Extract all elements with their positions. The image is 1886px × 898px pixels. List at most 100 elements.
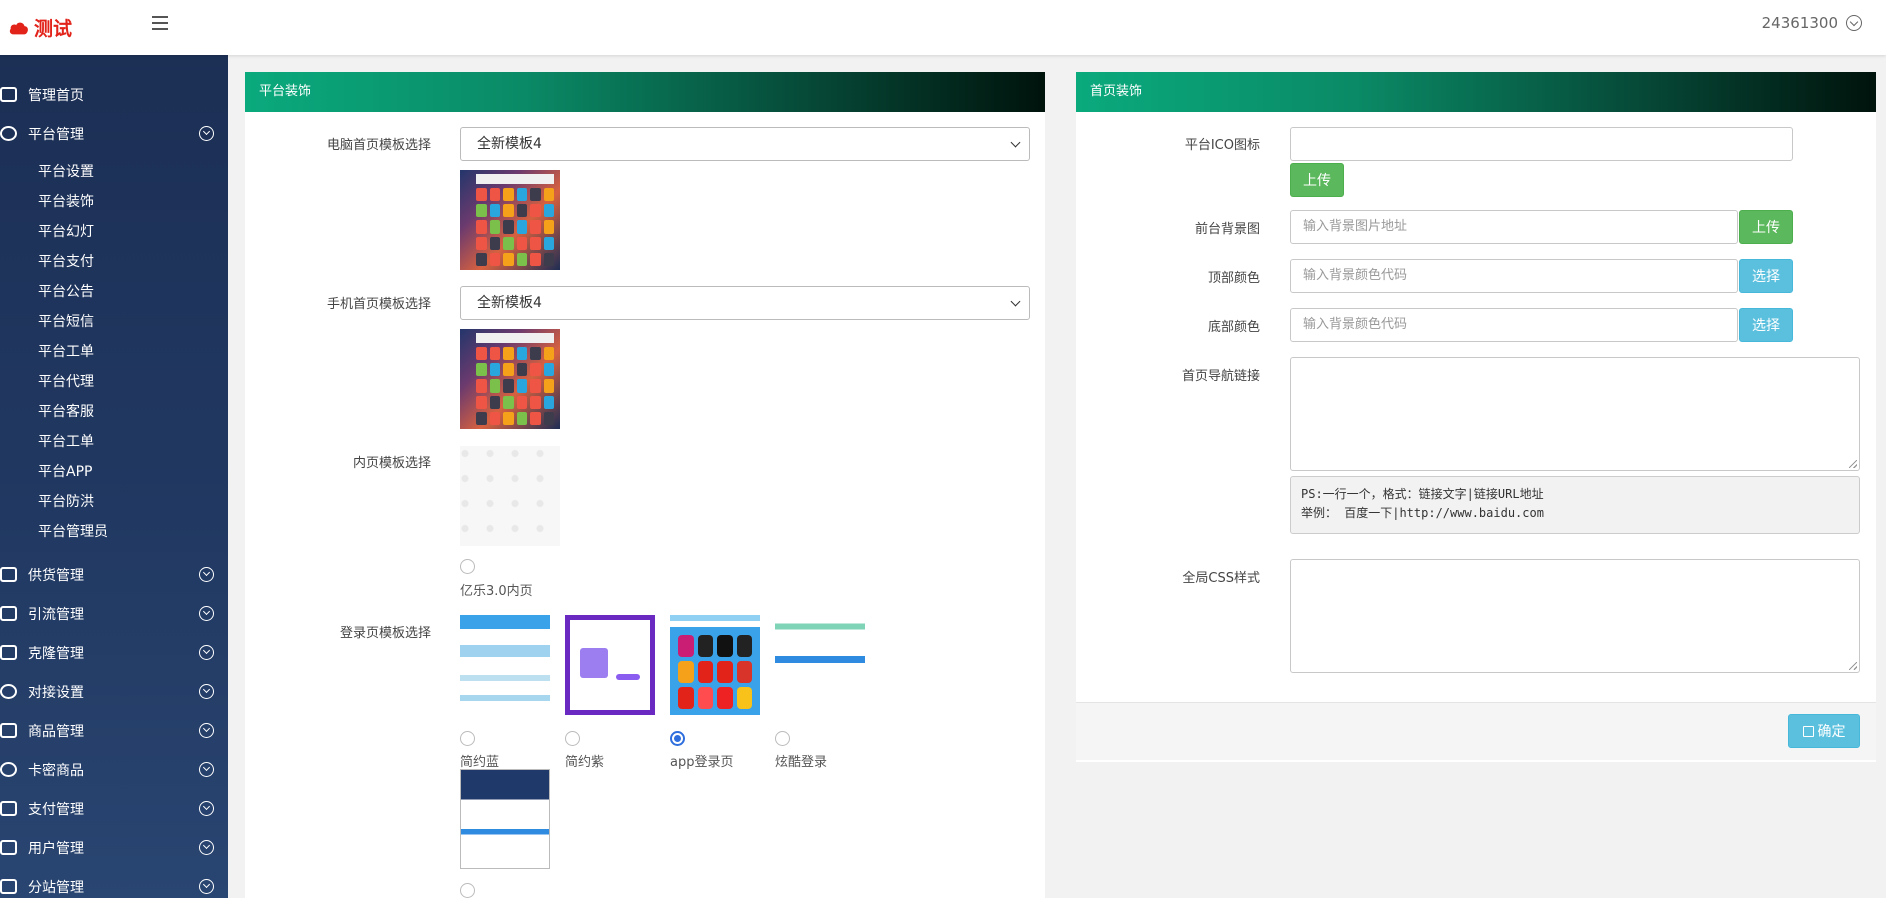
inner-template-option-label: 亿乐3.0内页: [460, 584, 533, 599]
sidebar-item-traffic[interactable]: 引流管理: [0, 594, 228, 633]
pc-template-preview: [460, 170, 560, 270]
user-menu[interactable]: 24361300: [1762, 14, 1862, 32]
globe-icon: [0, 126, 17, 141]
chevron-down-icon: [199, 723, 214, 738]
top-color-label: 顶部颜色: [1207, 271, 1260, 286]
home-decoration-panel: 首页装饰 平台ICO图标 上传 前台背景图 输入背景图片地址 上传 顶部颜色 输…: [1076, 72, 1876, 762]
login-template-extra-preview: [460, 769, 550, 869]
sidebar-item-platform[interactable]: 平台管理: [0, 114, 228, 153]
inner-template-label: 内页模板选择: [352, 456, 431, 471]
bottom-color-input[interactable]: 输入背景颜色代码: [1290, 308, 1738, 342]
sidebar-item-home[interactable]: 管理首页: [0, 75, 228, 114]
bottom-color-label: 底部颜色: [1207, 320, 1260, 335]
nav-links-help-line1: PS:一行一个，格式：链接文字|链接URL地址: [1301, 487, 1544, 501]
sidebar-item-label: 对接设置: [28, 684, 84, 701]
sidebar-item-label: 分站管理: [28, 879, 84, 896]
login-option-app-label: app登录页: [670, 755, 734, 770]
sidebar-subitem-settings[interactable]: 平台设置: [0, 157, 228, 187]
mobile-template-select[interactable]: 全新模板4: [460, 286, 1030, 320]
nav-links-textarea[interactable]: [1290, 357, 1860, 471]
key-icon: [0, 762, 17, 777]
ico-upload-button[interactable]: 上传: [1290, 163, 1344, 197]
sidebar-subitem-sms[interactable]: 平台短信: [0, 307, 228, 337]
chevron-down-icon: [199, 645, 214, 660]
ico-input[interactable]: [1290, 127, 1793, 161]
sidebar-item-label: 管理首页: [28, 87, 84, 104]
sidebar-item-docking[interactable]: 对接设置: [0, 672, 228, 711]
top-bar: 测试 24361300: [0, 0, 1886, 55]
pc-template-value: 全新模板4: [477, 136, 542, 152]
sidebar-subitem-tickets-2[interactable]: 平台工单: [0, 427, 228, 457]
sitemap-icon: [0, 879, 17, 894]
mobile-template-value: 全新模板4: [477, 295, 542, 311]
login-template-purple-preview: [565, 615, 655, 715]
logo[interactable]: 测试: [8, 14, 72, 41]
login-template-cool-preview: [775, 615, 865, 675]
sidebar-subitem-service[interactable]: 平台客服: [0, 397, 228, 427]
login-option-blue-radio[interactable]: [460, 731, 475, 746]
box-icon: [0, 723, 17, 738]
sidebar-subitem-slides[interactable]: 平台幻灯: [0, 217, 228, 247]
sidebar-item-users[interactable]: 用户管理: [0, 828, 228, 867]
users-icon: [0, 840, 17, 855]
css-textarea[interactable]: [1290, 559, 1860, 673]
sidebar-item-label: 用户管理: [28, 840, 84, 857]
sidebar-subitem-payment[interactable]: 平台支付: [0, 247, 228, 277]
clone-icon: [0, 645, 17, 660]
login-option-cool-label: 炫酷登录: [775, 755, 828, 770]
platform-submenu: 平台设置 平台装饰 平台幻灯 平台支付 平台公告 平台短信 平台工单 平台代理 …: [0, 153, 228, 555]
sidebar-item-label: 支付管理: [28, 801, 84, 818]
pc-template-select[interactable]: 全新模板4: [460, 127, 1030, 161]
login-option-app-radio[interactable]: [670, 731, 685, 746]
login-option-purple-radio[interactable]: [565, 731, 580, 746]
chevron-down-icon: [199, 840, 214, 855]
login-option-extra-radio[interactable]: [460, 883, 475, 898]
panel-title: 首页装饰: [1076, 72, 1876, 112]
menu-toggle-icon[interactable]: [152, 16, 168, 30]
sidebar-item-label: 克隆管理: [28, 645, 84, 662]
ico-label: 平台ICO图标: [1184, 138, 1260, 153]
sidebar-subitem-admins[interactable]: 平台管理员: [0, 517, 228, 547]
chevron-down-icon: [1846, 15, 1862, 31]
sidebar-subitem-decoration[interactable]: 平台装饰: [0, 187, 228, 217]
inner-template-radio[interactable]: [460, 559, 475, 574]
mobile-template-preview: [460, 329, 560, 429]
sidebar-item-supply[interactable]: 供货管理: [0, 555, 228, 594]
nav-links-help-line2: 举例： 百度一下|http://www.baidu.com: [1301, 506, 1544, 520]
supply-icon: [0, 567, 17, 582]
sidebar-subitem-flood[interactable]: 平台防洪: [0, 487, 228, 517]
bg-image-upload-button[interactable]: 上传: [1739, 210, 1793, 244]
sidebar-item-pay[interactable]: 支付管理: [0, 789, 228, 828]
sidebar-item-substations[interactable]: 分站管理: [0, 867, 228, 898]
sidebar-subitem-app[interactable]: 平台APP: [0, 457, 228, 487]
sidebar-item-clone[interactable]: 克隆管理: [0, 633, 228, 672]
sidebar-item-goods[interactable]: 商品管理: [0, 711, 228, 750]
top-color-choose-button[interactable]: 选择: [1739, 259, 1793, 293]
sidebar-item-label: 商品管理: [28, 723, 84, 740]
chevron-down-icon: [199, 684, 214, 699]
bg-image-input[interactable]: 输入背景图片地址: [1290, 210, 1738, 244]
sidebar-item-label: 引流管理: [28, 606, 84, 623]
login-template-label: 登录页模板选择: [339, 626, 431, 641]
confirm-button[interactable]: 确定: [1788, 714, 1860, 748]
chevron-down-icon: [199, 762, 214, 777]
login-option-blue-label: 简约蓝: [460, 755, 500, 770]
bottom-color-choose-button[interactable]: 选择: [1739, 308, 1793, 342]
login-option-cool-radio[interactable]: [775, 731, 790, 746]
login-template-app-preview: [670, 615, 760, 715]
sidebar-item-cards[interactable]: 卡密商品: [0, 750, 228, 789]
css-label: 全局CSS样式: [1182, 571, 1260, 586]
sidebar-subitem-notice[interactable]: 平台公告: [0, 277, 228, 307]
sidebar-subitem-agents[interactable]: 平台代理: [0, 367, 228, 397]
sidebar-item-label: 卡密商品: [28, 762, 84, 779]
top-color-input[interactable]: 输入背景颜色代码: [1290, 259, 1738, 293]
bg-image-label: 前台背景图: [1194, 222, 1260, 237]
pc-template-label: 电脑首页模板选择: [326, 138, 431, 153]
nav-links-label: 首页导航链接: [1181, 369, 1260, 384]
sidebar: 管理首页 平台管理 平台设置 平台装饰 平台幻灯 平台支付 平台公告 平台短信 …: [0, 55, 228, 898]
username: 24361300: [1761, 14, 1838, 32]
chevron-down-icon: [199, 126, 214, 141]
login-template-blue-preview: [460, 615, 550, 715]
confirm-label: 确定: [1817, 724, 1846, 740]
sidebar-subitem-tickets[interactable]: 平台工单: [0, 337, 228, 367]
